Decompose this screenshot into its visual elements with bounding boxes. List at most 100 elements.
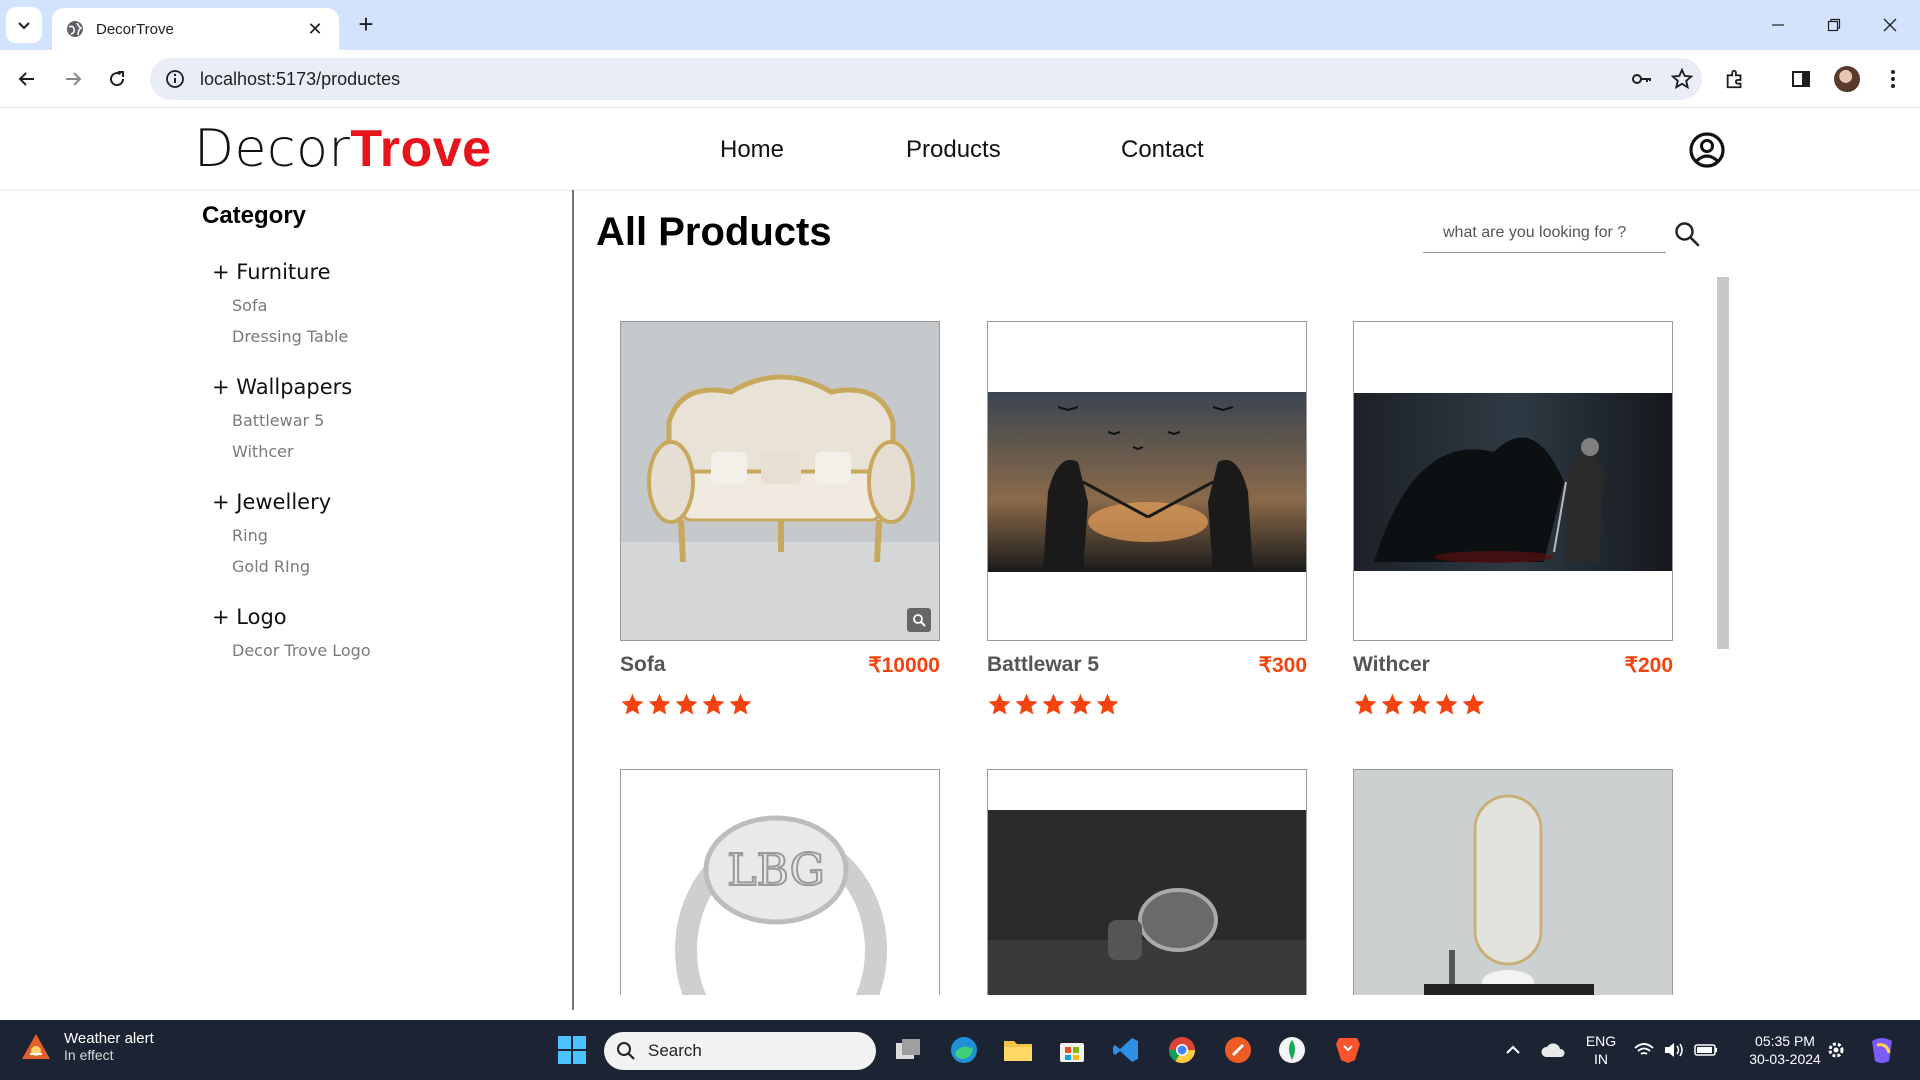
star-icon [1015,693,1038,715]
bookmark-button[interactable] [1662,59,1702,99]
close-icon [1883,18,1897,32]
profile-button[interactable] [1828,60,1866,98]
store-button[interactable] [1052,1030,1092,1070]
new-tab-button[interactable]: + [352,9,380,39]
product-search-input[interactable] [1423,213,1666,252]
tray-overflow-button[interactable] [1493,1030,1533,1070]
page-title: All Products [596,210,832,254]
browser-menu-button[interactable] [1874,60,1912,98]
user-account-icon[interactable] [1688,131,1726,169]
back-button[interactable] [10,62,44,96]
product-card[interactable]: Sofa ₹10000 [620,321,940,717]
edge-button[interactable] [944,1030,984,1070]
task-view-button[interactable] [888,1030,928,1070]
close-tab-icon[interactable]: ✕ [305,19,325,39]
category-item[interactable]: Withcer [232,442,352,461]
category-item[interactable]: Ring [232,526,331,545]
nav-home-link[interactable]: Home [720,136,784,164]
nav-contact-link[interactable]: Contact [1121,136,1204,164]
vscode-button[interactable] [1106,1030,1146,1070]
search-icon[interactable] [1673,220,1701,248]
taskbar-search-label: Search [648,1041,702,1060]
task-view-icon [896,1039,920,1059]
weather-title: Weather alert [64,1030,154,1047]
start-button[interactable] [552,1030,592,1070]
minimize-icon [1772,24,1784,26]
product-price: ₹200 [1624,654,1673,677]
star-icon [729,693,752,715]
product-name: Battlewar 5 [987,653,1100,676]
close-window-button[interactable] [1862,0,1918,50]
postman-button[interactable] [1218,1030,1258,1070]
store-icon [1060,1043,1084,1062]
browser-tab[interactable]: DecorTrove ✕ [52,8,339,50]
product-image-battlewar[interactable] [987,321,1307,641]
taskbar-search[interactable]: Search [604,1032,876,1070]
nav-products-link[interactable]: Products [906,136,1001,164]
category-title[interactable]: + Furniture [212,260,348,284]
brave-button[interactable] [1328,1030,1368,1070]
weather-widget[interactable]: Weather alert In effect [20,1030,154,1063]
category-group-wallpapers: + Wallpapers Battlewar 5 Withcer [212,375,352,461]
product-image-gold-ring[interactable] [987,769,1307,995]
chrome-button[interactable] [1162,1030,1202,1070]
category-sidebar: Category + Furniture Sofa Dressing Table… [0,190,574,1010]
star-icon [1435,693,1458,715]
gold-ring-image [988,810,1306,995]
product-card[interactable]: Withcer ₹200 [1353,321,1673,717]
category-title[interactable]: + Logo [212,605,371,629]
region-code: IN [1594,1051,1608,1067]
settings-button[interactable] [1816,1030,1856,1070]
product-image-withcer[interactable] [1353,321,1673,641]
copilot-icon [1872,1038,1892,1063]
site-header: DecorTrove Home Products Contact [0,109,1920,189]
weather-subtitle: In effect [64,1047,114,1063]
star-icon [1042,693,1065,715]
windows-logo-icon [558,1036,586,1064]
site-info-icon[interactable] [164,68,186,90]
product-card[interactable] [1353,769,1673,995]
restore-button[interactable] [1806,0,1862,50]
product-price: ₹10000 [868,654,940,677]
product-list-scrollbar[interactable] [1717,277,1729,649]
product-card[interactable]: LBG [620,769,940,995]
category-title[interactable]: + Jewellery [212,490,331,514]
forward-button[interactable] [56,62,90,96]
os-taskbar: Weather alert In effect Search ENG IN 05… [0,1020,1920,1080]
category-item[interactable]: Battlewar 5 [232,411,352,430]
rating-stars [620,692,940,717]
category-title[interactable]: + Wallpapers [212,375,352,399]
side-panel-icon [1792,71,1810,87]
chevron-down-icon [18,22,30,30]
mongodb-button[interactable] [1272,1030,1312,1070]
site-logo[interactable]: DecorTrove [194,121,492,177]
extensions-button[interactable] [1716,60,1754,98]
language-indicator[interactable]: ENG IN [1581,1032,1621,1068]
product-image-dressing-table[interactable] [1353,769,1673,995]
product-image-sofa[interactable] [620,321,940,641]
address-bar[interactable]: localhost:5173/productes [150,58,1702,100]
onedrive-button[interactable] [1533,1030,1573,1070]
file-explorer-button[interactable] [998,1030,1038,1070]
copilot-button[interactable] [1862,1030,1902,1070]
password-key-button[interactable] [1622,59,1662,99]
network-volume-battery[interactable] [1628,1030,1728,1070]
category-item[interactable]: Gold RIng [232,557,331,576]
category-item[interactable]: Dressing Table [232,327,348,346]
category-item[interactable]: Sofa [232,296,348,315]
tab-search-button[interactable] [6,7,42,43]
star-icon [1096,693,1119,715]
browser-toolbar: localhost:5173/productes [0,50,1920,108]
product-card[interactable]: Battlewar 5 ₹300 [987,321,1307,717]
system-status-icons [1634,1043,1717,1057]
product-card[interactable] [987,769,1307,995]
star-icon [1462,693,1485,715]
category-item[interactable]: Decor Trove Logo [232,641,371,660]
reload-button[interactable] [100,62,134,96]
product-image-ring[interactable]: LBG [620,769,940,995]
zoom-icon[interactable] [907,608,931,632]
product-search [1423,213,1666,253]
side-panel-button[interactable] [1782,60,1820,98]
star-icon [621,693,644,715]
minimize-button[interactable] [1750,0,1806,50]
